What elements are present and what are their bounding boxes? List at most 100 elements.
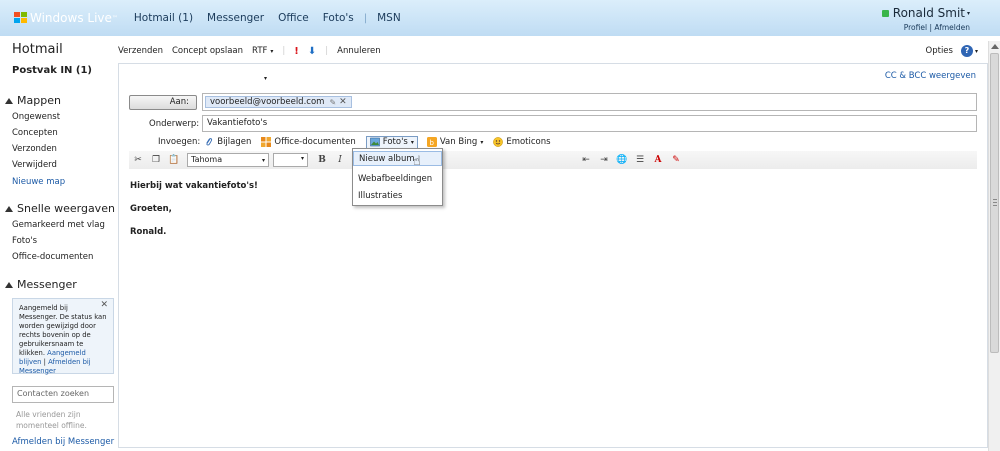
sidebar-item-junk[interactable]: Ongewenst xyxy=(12,112,60,122)
photos-menu-button[interactable]: Foto's ▾ xyxy=(365,135,418,149)
brand-name: Windows Live xyxy=(30,11,112,25)
hand-cursor-icon: ☝ xyxy=(413,154,421,169)
messenger-section-toggle[interactable]: Messenger xyxy=(5,278,77,291)
attachments-button[interactable]: Bijlagen xyxy=(204,137,251,147)
separator-icon: | xyxy=(325,46,329,56)
quick-head: Snelle weergaven xyxy=(17,202,115,215)
brand-mark: ™ xyxy=(111,14,118,22)
remove-recipient-icon[interactable]: ✕ xyxy=(339,97,347,108)
font-color-icon[interactable]: A xyxy=(652,154,664,166)
paste-icon[interactable]: 📋 xyxy=(168,154,180,166)
edit-pencil-icon[interactable]: ✎ xyxy=(329,97,336,108)
from-caret-icon[interactable]: ▾ xyxy=(264,75,267,82)
nav-hotmail[interactable]: Hotmail (1) xyxy=(134,12,193,24)
subject-input[interactable]: Vakantiefoto's xyxy=(202,115,977,132)
new-folder-link[interactable]: Nieuwe map xyxy=(12,177,65,187)
decrease-indent-icon[interactable]: ⇤ xyxy=(580,154,592,166)
scroll-thumb[interactable] xyxy=(990,53,999,353)
cc-bcc-link[interactable]: CC & BCC weergeven xyxy=(885,71,976,81)
windows-live-logo[interactable]: Windows Live ™ xyxy=(14,11,118,25)
sidebar-item-inbox[interactable]: Postvak IN (1) xyxy=(12,65,92,76)
quick-views-section-toggle[interactable]: Snelle weergaven xyxy=(5,202,115,215)
message-body[interactable]: Hierbij wat vakantiefoto's! Groeten, Ron… xyxy=(130,181,258,238)
messenger-head: Messenger xyxy=(17,278,77,291)
to-button[interactable]: Aan: xyxy=(129,95,197,110)
body-line: Groeten, xyxy=(130,204,172,214)
grip-icon xyxy=(993,205,997,206)
menu-item-clipart[interactable]: Illustraties xyxy=(353,189,442,204)
logout-link[interactable]: Afmelden xyxy=(934,23,970,32)
online-status-icon xyxy=(881,9,889,17)
office-docs-button[interactable]: Office-documenten xyxy=(261,137,356,147)
nav-messenger[interactable]: Messenger xyxy=(207,12,264,24)
rtf-button[interactable]: RTF ▾ xyxy=(252,46,273,56)
options-button[interactable]: Opties xyxy=(926,46,953,56)
hyperlink-icon[interactable]: 🌐 xyxy=(616,154,628,166)
bold-icon[interactable]: B xyxy=(316,154,328,166)
messenger-logout-link[interactable]: Afmelden bij Messenger xyxy=(12,437,114,447)
nav-separator: | xyxy=(363,12,368,24)
messenger-notice: ✕ Aangemeld bij Messenger. De status kan… xyxy=(12,298,114,375)
chevron-down-icon: ▾ xyxy=(261,157,265,164)
grip-icon xyxy=(993,199,997,200)
top-bar: Windows Live ™ Hotmail (1) Messenger Offi… xyxy=(0,0,1000,36)
bing-button[interactable]: b Van Bing ▾ xyxy=(426,137,484,147)
help-icon[interactable]: ? xyxy=(960,45,973,57)
sidebar-item-photos[interactable]: Foto's xyxy=(12,236,37,246)
sidebar-item-office-docs[interactable]: Office-documenten xyxy=(12,252,93,262)
nav-photos[interactable]: Foto's xyxy=(323,12,354,24)
user-links: Profiel | Afmelden xyxy=(882,23,970,32)
attachments-label: Bijlagen xyxy=(217,137,252,147)
page-scrollbar[interactable] xyxy=(988,41,1000,451)
cut-icon[interactable]: ✂ xyxy=(132,154,144,166)
horizontal-rule-icon[interactable]: ☰ xyxy=(634,154,646,166)
bing-label: Van Bing xyxy=(439,137,478,147)
photos-label: Foto's xyxy=(382,137,408,147)
menu-item-web-images[interactable]: Webafbeeldingen xyxy=(353,172,442,187)
sidebar-item-drafts[interactable]: Concepten xyxy=(12,128,58,138)
nav-msn[interactable]: MSN xyxy=(377,12,401,24)
chevron-down-icon: ▾ xyxy=(974,47,978,55)
low-priority-icon[interactable]: ⬇ xyxy=(308,46,316,57)
chevron-down-icon: ▾ xyxy=(480,138,484,146)
sidebar-item-sent[interactable]: Verzonden xyxy=(12,144,57,154)
save-draft-button[interactable]: Concept opslaan xyxy=(172,46,243,56)
profile-link[interactable]: Profiel xyxy=(904,23,927,32)
user-block: Ronald Smit ▾ Profiel | Afmelden xyxy=(881,6,970,32)
menu-item-new-album[interactable]: Nieuw album xyxy=(353,151,442,166)
photo-icon xyxy=(369,137,380,147)
photos-dropdown-menu: Nieuw album Webafbeeldingen Illustraties… xyxy=(352,148,443,206)
emoticons-button[interactable]: Emoticons xyxy=(493,137,551,147)
recipient-chip[interactable]: voorbeeld@voorbeeld.com ✎ ✕ xyxy=(205,96,352,108)
folders-section-toggle[interactable]: Mappen xyxy=(5,94,61,107)
increase-indent-icon[interactable]: ⇥ xyxy=(598,154,610,166)
paperclip-icon xyxy=(206,138,213,146)
user-name-button[interactable]: Ronald Smit ▾ xyxy=(881,6,970,20)
contact-search-input[interactable]: Contacten zoeken xyxy=(12,386,114,403)
collapse-triangle-icon xyxy=(5,97,13,104)
emoticons-label: Emoticons xyxy=(506,137,551,147)
cancel-button[interactable]: Annuleren xyxy=(337,46,381,56)
font-size-select[interactable]: ▾ xyxy=(273,153,308,167)
command-bar: Verzenden Concept opslaan RTF ▾ | ! ⬇ | A… xyxy=(118,41,988,61)
body-line: Ronald. xyxy=(130,227,167,237)
recipient-address: voorbeeld@voorbeeld.com xyxy=(210,96,325,107)
insert-row: Invoegen: Bijlagen Office-documenten Fot… xyxy=(158,135,561,149)
chevron-down-icon: ▾ xyxy=(300,155,304,162)
offline-text: Alle vrienden zijn momenteel offline. xyxy=(16,410,87,430)
nav-office[interactable]: Office xyxy=(278,12,309,24)
to-field[interactable]: voorbeeld@voorbeeld.com ✎ ✕ xyxy=(202,93,977,111)
sidebar: Hotmail Postvak IN (1) Mappen Ongewenst … xyxy=(0,36,118,451)
highlight-icon[interactable]: ✎ xyxy=(670,154,682,166)
sidebar-item-deleted[interactable]: Verwijderd xyxy=(12,160,57,170)
close-icon[interactable]: ✕ xyxy=(100,301,108,310)
sidebar-item-flagged[interactable]: Gemarkeerd met vlag xyxy=(12,220,105,230)
bing-icon: b xyxy=(426,137,437,147)
send-button[interactable]: Verzenden xyxy=(118,46,163,56)
scroll-up-arrow-icon[interactable] xyxy=(991,44,999,49)
high-priority-icon[interactable]: ! xyxy=(294,46,299,57)
app-title: Hotmail xyxy=(12,42,63,57)
copy-icon[interactable]: ❐ xyxy=(150,154,162,166)
font-family-select[interactable]: Tahoma ▾ xyxy=(187,153,269,167)
italic-icon[interactable]: I xyxy=(334,154,346,166)
